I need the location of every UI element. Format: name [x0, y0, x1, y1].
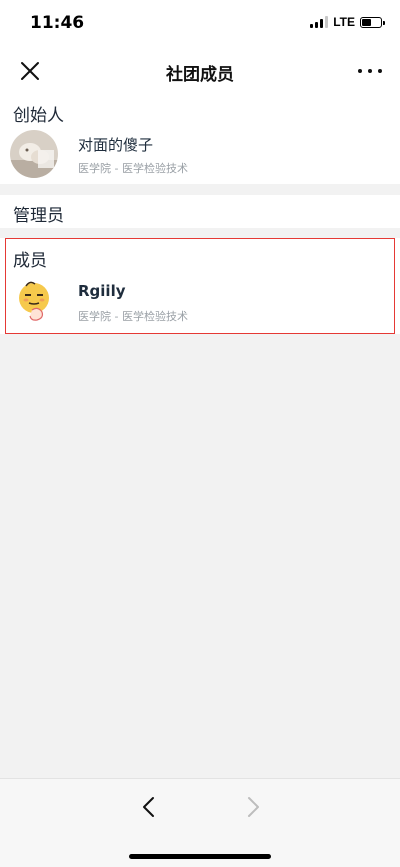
member-name: 对面的傻子: [78, 136, 154, 154]
status-bar: 11:46 LTE: [0, 0, 400, 48]
bottom-toolbar: [0, 778, 400, 867]
home-indicator: [129, 854, 271, 859]
member-department: 医学院 - 医学检验技术: [78, 310, 188, 323]
more-button[interactable]: [358, 60, 382, 82]
member-item[interactable]: 对面的傻子 医学院 - 医学检验技术: [0, 130, 400, 196]
section-title-members: 成员: [13, 251, 47, 271]
signal-icon: [310, 16, 329, 28]
member-name: Rgiily: [78, 282, 126, 300]
section-title-admin: 管理员: [13, 206, 64, 226]
admin-section: 管理员: [0, 195, 400, 228]
member-department: 医学院 - 医学检验技术: [78, 162, 188, 175]
battery-icon: [360, 16, 385, 28]
forward-button[interactable]: [243, 795, 263, 819]
section-title-founder: 创始人: [13, 106, 64, 126]
page-title: 社团成员: [166, 65, 234, 85]
network-label: LTE: [333, 15, 355, 29]
more-icon: [358, 69, 362, 73]
avatar: [12, 278, 60, 326]
founder-section: 创始人 对面的傻子 医学院 - 医学检验技术: [0, 94, 400, 184]
status-icons: LTE: [310, 15, 385, 29]
chevron-left-icon: [143, 797, 154, 817]
member-item[interactable]: Rgiily 医学院 - 医学检验技术: [0, 278, 400, 344]
chevron-right-icon: [248, 797, 259, 817]
status-time: 11:46: [30, 13, 85, 33]
back-button[interactable]: [139, 795, 159, 819]
avatar: [10, 130, 58, 178]
members-section: 成员 Rgiily 医学院 - 医学检验技术: [0, 238, 400, 334]
nav-bar: 社团成员: [0, 48, 400, 94]
